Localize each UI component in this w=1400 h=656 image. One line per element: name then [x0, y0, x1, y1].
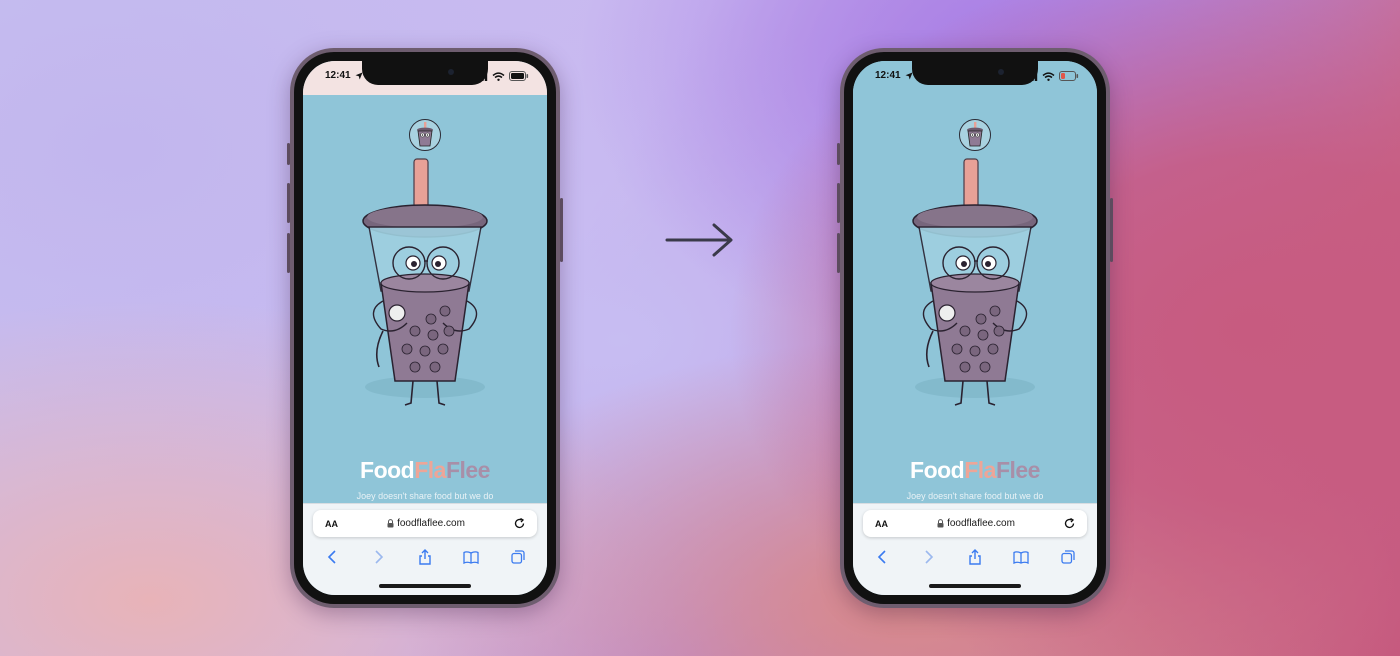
notch: [912, 61, 1038, 85]
right-arrow-icon: [665, 223, 733, 257]
brand-part-flee: Flee: [445, 457, 491, 483]
status-time: 12:41: [875, 70, 901, 81]
tabs-icon[interactable]: [1059, 548, 1077, 566]
brand-title: FoodFlaFlee: [303, 457, 547, 484]
tabs-icon[interactable]: [509, 548, 527, 566]
share-icon[interactable]: [966, 548, 984, 566]
safari-browser-bar: AA foodflaflee.com: [853, 503, 1097, 595]
safari-browser-bar: AA foodflaflee.com: [303, 503, 547, 595]
forward-icon[interactable]: [370, 548, 388, 566]
volume-up-button: [837, 183, 840, 223]
brand-part-fla: Fla: [964, 457, 996, 483]
lock-icon: [387, 519, 394, 528]
share-icon[interactable]: [416, 548, 434, 566]
forward-icon[interactable]: [920, 548, 938, 566]
status-time: 12:41: [325, 70, 351, 81]
volume-down-button: [287, 233, 290, 273]
reload-icon[interactable]: [1064, 518, 1075, 529]
tagline: Joey doesn't share food but we do: [356, 491, 494, 501]
phone-screen: 12:41 FoodFlaFlee Joey doesn't share foo…: [303, 61, 547, 595]
browser-toolbar: [303, 546, 547, 568]
address-bar[interactable]: AA foodflaflee.com: [863, 510, 1087, 537]
address-bar[interactable]: AA foodflaflee.com: [313, 510, 537, 537]
mute-switch: [287, 143, 290, 165]
location-arrow-icon: [355, 72, 363, 80]
site-logo-avatar[interactable]: [959, 119, 991, 151]
bookmarks-icon[interactable]: [462, 548, 480, 566]
volume-down-button: [837, 233, 840, 273]
wifi-icon: [492, 71, 505, 81]
battery-icon: [1059, 71, 1079, 81]
browser-toolbar: [853, 546, 1097, 568]
boba-mascot-illustration: [912, 158, 1038, 406]
battery-icon: [509, 71, 529, 81]
url-text: foodflaflee.com: [947, 518, 1015, 529]
home-indicator[interactable]: [929, 584, 1021, 588]
reload-icon[interactable]: [514, 518, 525, 529]
power-button: [1110, 198, 1113, 262]
brand-part-flee: Flee: [995, 457, 1041, 483]
back-icon[interactable]: [873, 548, 891, 566]
power-button: [560, 198, 563, 262]
phone-after: 12:41 FoodFlaFlee Joey doesn't share foo…: [837, 48, 1113, 608]
text-size-button[interactable]: AA: [325, 519, 338, 529]
boba-logo-icon: [417, 122, 433, 147]
mute-switch: [837, 143, 840, 165]
brand-part-food: Food: [360, 457, 415, 483]
notch: [362, 61, 488, 85]
lock-icon: [937, 519, 944, 528]
home-indicator[interactable]: [379, 584, 471, 588]
brand-title: FoodFlaFlee: [853, 457, 1097, 484]
boba-logo-icon: [967, 122, 983, 147]
volume-up-button: [287, 183, 290, 223]
phone-screen: 12:41 FoodFlaFlee Joey doesn't share foo…: [853, 61, 1097, 595]
bookmarks-icon[interactable]: [1012, 548, 1030, 566]
location-arrow-icon: [905, 72, 913, 80]
text-size-button[interactable]: AA: [875, 519, 888, 529]
phone-before: 12:41 FoodFlaFlee Joey doesn't share foo…: [287, 48, 563, 608]
tagline: Joey doesn't share food but we do: [906, 491, 1044, 501]
site-logo-avatar[interactable]: [409, 119, 441, 151]
back-icon[interactable]: [323, 548, 341, 566]
brand-part-fla: Fla: [414, 457, 446, 483]
boba-mascot-illustration: [362, 158, 488, 406]
brand-part-food: Food: [910, 457, 965, 483]
url-text: foodflaflee.com: [397, 518, 465, 529]
wifi-icon: [1042, 71, 1055, 81]
